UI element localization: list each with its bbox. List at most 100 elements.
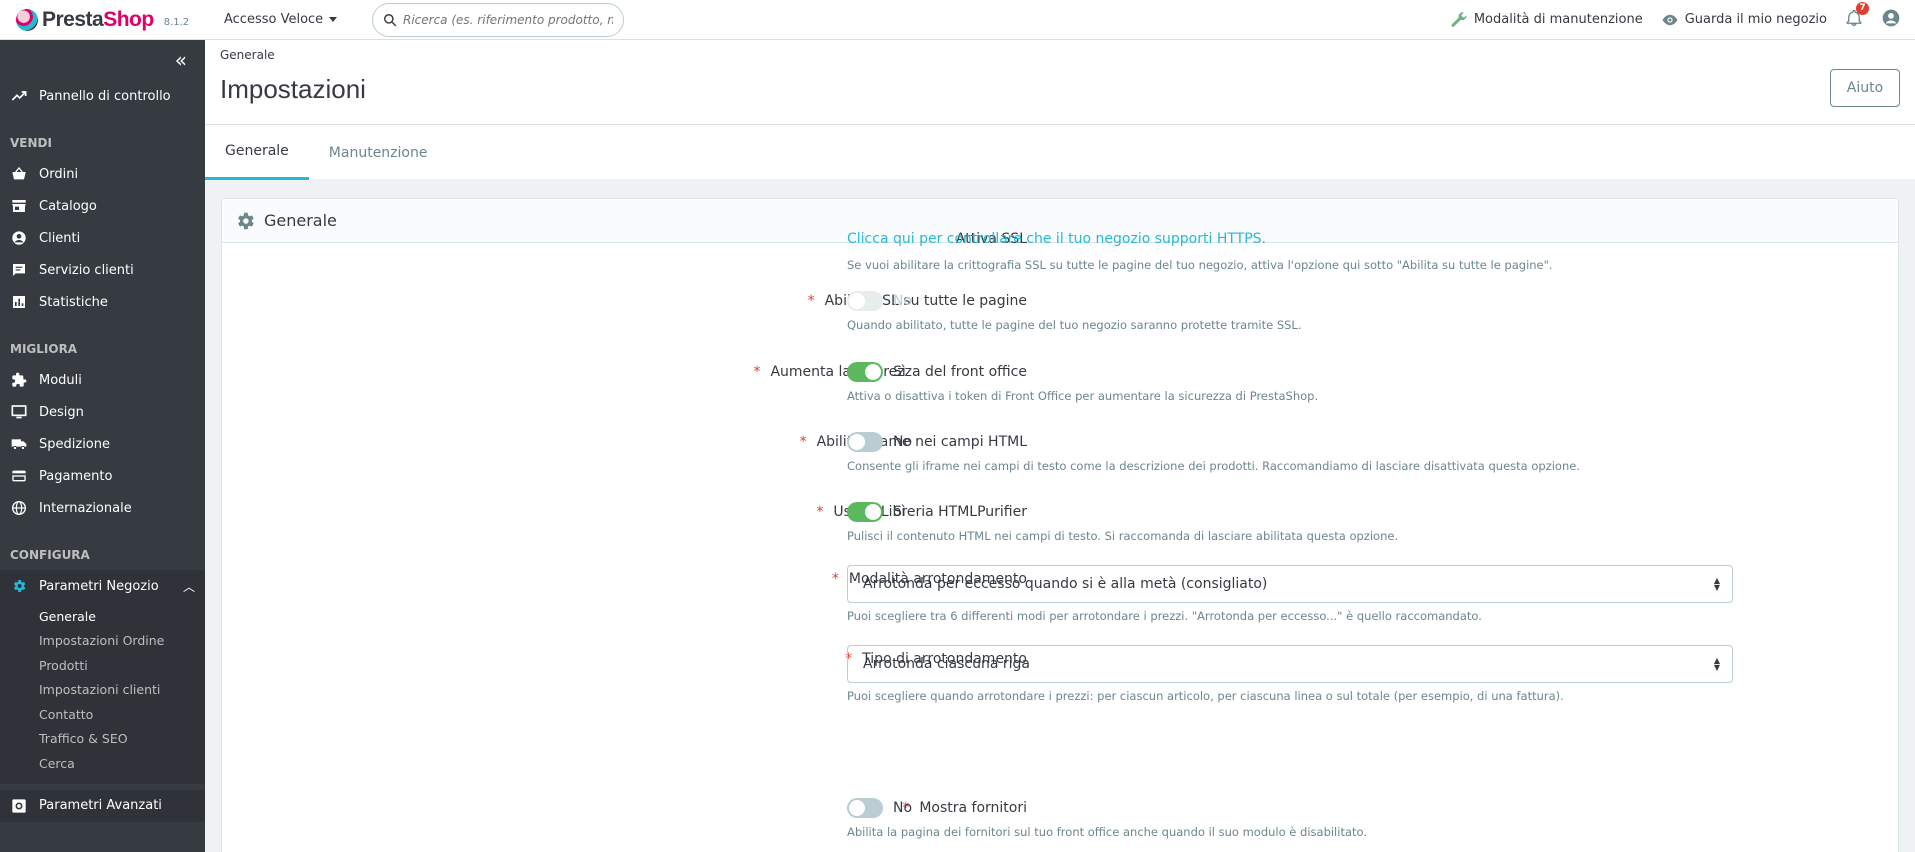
bar-chart-icon bbox=[10, 294, 28, 310]
front-security-switch[interactable]: Sì bbox=[847, 362, 906, 382]
sidebar-item-shipping[interactable]: Spedizione bbox=[0, 428, 205, 460]
required-asterisk: * bbox=[753, 364, 761, 380]
help-text: Se vuoi abilitare la crittografia SSL su… bbox=[847, 258, 1553, 272]
check-https-link[interactable]: Clicca qui per controllare che il tuo ne… bbox=[847, 231, 1266, 247]
help-text: Pulisci il contenuto HTML nei campi di t… bbox=[847, 529, 1399, 543]
submenu-item-search[interactable]: Cerca bbox=[0, 751, 205, 776]
suppliers-switch[interactable]: No bbox=[847, 798, 912, 818]
required-asterisk: * bbox=[799, 434, 807, 450]
help-text: Quando abilitato, tutte le pagine del tu… bbox=[847, 318, 1302, 332]
logo-text-presta: Presta bbox=[42, 7, 104, 31]
submenu-item-customer-settings[interactable]: Impostazioni clienti bbox=[0, 678, 205, 703]
round-mode-select[interactable]: Arrotonda per eccesso quando si è alla m… bbox=[847, 565, 1733, 603]
required-asterisk: * bbox=[831, 571, 839, 587]
sidebar-item-label: Spedizione bbox=[39, 436, 110, 452]
sidebar-item-label: Clienti bbox=[39, 230, 81, 246]
switch-state: No bbox=[893, 293, 913, 309]
round-type-select[interactable]: Arrotonda ciascuna riga ▲ ▼ bbox=[847, 645, 1733, 683]
puffin-logo-icon bbox=[16, 8, 38, 31]
sidebar-item-label: Statistiche bbox=[39, 294, 108, 310]
submenu-item-traffic-seo[interactable]: Traffico & SEO bbox=[0, 727, 205, 752]
sidebar-item-international[interactable]: Internazionale bbox=[0, 492, 205, 524]
tab-maintenance[interactable]: Manutenzione bbox=[309, 125, 448, 180]
help-text: Abilita la pagina dei fornitori sul tuo … bbox=[847, 825, 1368, 839]
help-text: Consente gli iframe nei campi di testo c… bbox=[847, 459, 1580, 473]
help-button[interactable]: Aiuto bbox=[1830, 69, 1900, 107]
sidebar-item-label: Parametri Negozio bbox=[39, 578, 159, 594]
sidebar-item-shop-parameters[interactable]: Parametri Negozio ︿ bbox=[0, 570, 205, 602]
search-icon bbox=[384, 13, 397, 26]
chat-icon bbox=[10, 262, 28, 278]
sidebar-item-modules[interactable]: Moduli bbox=[0, 364, 205, 396]
select-value: Arrotonda ciascuna riga bbox=[863, 656, 1030, 672]
submenu-item-order-settings[interactable]: Impostazioni Ordine bbox=[0, 629, 205, 654]
sidebar-item-label: Servizio clienti bbox=[39, 262, 134, 278]
monitor-icon bbox=[10, 404, 28, 420]
iframe-switch[interactable]: No bbox=[847, 432, 912, 452]
help-text: Attiva o disattiva i token di Front Offi… bbox=[847, 389, 1319, 403]
card-title: Generale bbox=[264, 211, 337, 230]
sidebar-item-label: Parametri Avanzati bbox=[39, 798, 162, 813]
tab-general[interactable]: Generale bbox=[205, 125, 309, 180]
employee-avatar[interactable] bbox=[1881, 8, 1901, 32]
breadcrumb[interactable]: Generale bbox=[220, 48, 275, 62]
section-improve: MIGLIORA bbox=[10, 342, 78, 356]
view-store-link[interactable]: Guarda il mio negozio bbox=[1661, 11, 1827, 29]
sidebar-item-dashboard[interactable]: Pannello di controllo bbox=[0, 80, 205, 112]
shop-parameters-submenu: Generale Impostazioni Ordine Prodotti Im… bbox=[0, 602, 205, 784]
chevron-up-icon: ︿ bbox=[182, 579, 195, 594]
sidebar-item-label: Design bbox=[39, 404, 84, 420]
help-text: Puoi scegliere tra 6 differenti modi per… bbox=[847, 609, 1482, 623]
submenu-item-products[interactable]: Prodotti bbox=[0, 653, 205, 678]
store-icon bbox=[10, 198, 28, 214]
quick-access-dropdown[interactable]: Accesso Veloce bbox=[224, 12, 364, 27]
sidebar-item-label: Internazionale bbox=[39, 500, 132, 516]
page-title: Impostazioni bbox=[220, 74, 366, 104]
form-row-round-type: * Tipo di arrotondamento Arrotonda ciascu… bbox=[222, 645, 1900, 703]
sidebar-item-advanced-parameters[interactable]: Parametri Avanzati bbox=[0, 789, 205, 822]
maintenance-mode-link[interactable]: Modalità di manutenzione bbox=[1450, 11, 1643, 29]
section-sell: VENDI bbox=[10, 136, 52, 150]
settings-box-icon bbox=[10, 798, 28, 814]
switch-state: No bbox=[893, 434, 913, 450]
notifications-button[interactable]: 7 bbox=[1845, 1, 1869, 31]
sidebar-item-design[interactable]: Design bbox=[0, 396, 205, 428]
quick-access-label: Accesso Veloce bbox=[224, 12, 324, 27]
submenu-item-contact[interactable]: Contatto bbox=[0, 702, 205, 727]
sidebar-item-customers[interactable]: Clienti bbox=[0, 222, 205, 254]
htmlpurifier-switch[interactable]: Sì bbox=[847, 502, 906, 522]
switch-state: Sì bbox=[893, 364, 906, 380]
help-text: Puoi scegliere quando arrotondare i prez… bbox=[847, 689, 1564, 703]
version-label: 8.1.2 bbox=[163, 17, 190, 28]
caret-down-icon bbox=[329, 17, 338, 22]
sidebar-item-label: Pannello di controllo bbox=[39, 88, 171, 104]
select-arrows-icon: ▲ ▼ bbox=[1713, 656, 1720, 672]
required-asterisk: * bbox=[816, 504, 824, 520]
view-store-label: Guarda il mio negozio bbox=[1684, 12, 1827, 27]
sidebar-item-stats[interactable]: Statistiche bbox=[0, 286, 205, 318]
notifications-badge: 7 bbox=[1856, 1, 1869, 15]
switch-state: Sì bbox=[893, 504, 906, 520]
collapse-sidebar-button[interactable]: « bbox=[0, 40, 205, 80]
sidebar-item-label: Moduli bbox=[39, 372, 82, 388]
gear-icon bbox=[10, 578, 28, 594]
sidebar-item-catalog[interactable]: Catalogo bbox=[0, 190, 205, 222]
wrench-icon bbox=[1451, 11, 1467, 27]
gear-icon bbox=[234, 210, 256, 232]
submenu-item-general[interactable]: Generale bbox=[0, 604, 205, 629]
search-input[interactable] bbox=[403, 12, 613, 27]
basket-icon bbox=[10, 166, 28, 182]
sidebar-item-payment[interactable]: Pagamento bbox=[0, 460, 205, 492]
double-chevron-left-icon: « bbox=[174, 48, 187, 72]
sidebar-item-customer-service[interactable]: Servizio clienti bbox=[0, 254, 205, 286]
sidebar-item-label: Ordini bbox=[39, 166, 79, 182]
prestashop-logo[interactable]: PrestaShop 8.1.2 bbox=[0, 8, 210, 32]
logo-text-shop: Shop bbox=[103, 7, 154, 31]
sidebar-item-orders[interactable]: Ordini bbox=[0, 158, 205, 190]
ssl-all-pages-switch[interactable]: No bbox=[847, 291, 912, 311]
user-circle-icon bbox=[1882, 9, 1900, 26]
search-box[interactable] bbox=[372, 2, 624, 37]
globe-icon bbox=[10, 500, 28, 516]
tab-bar: Generale Manutenzione bbox=[205, 124, 1915, 180]
credit-card-icon bbox=[10, 468, 28, 484]
